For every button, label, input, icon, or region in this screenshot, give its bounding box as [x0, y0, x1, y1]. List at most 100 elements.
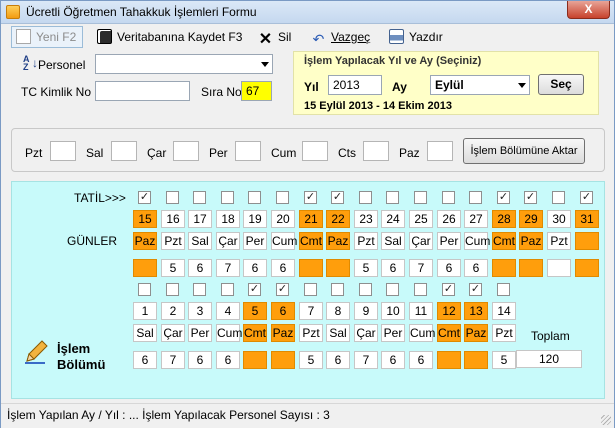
day-hours-input[interactable] [519, 259, 543, 277]
day-hours-input[interactable]: 7 [409, 259, 433, 277]
year-input[interactable] [328, 75, 382, 95]
tatil-checkbox[interactable] [331, 283, 344, 296]
day-hours-input[interactable] [547, 259, 571, 277]
tatil-checkbox[interactable] [138, 283, 151, 296]
tc-input[interactable] [95, 81, 190, 101]
toplam-value: 120 [516, 350, 582, 368]
day-name: Cum [464, 232, 491, 250]
new-button[interactable]: Yeni F2 [11, 26, 84, 48]
tatil-checkbox[interactable]: ✓ [469, 283, 482, 296]
day-hours-input[interactable]: 6 [464, 259, 488, 277]
day-hours-input[interactable]: 6 [381, 351, 405, 369]
day-hours-input[interactable] [575, 259, 599, 277]
tatil-checkbox[interactable]: ✓ [276, 283, 289, 296]
tatil-checkbox[interactable]: ✓ [138, 191, 151, 204]
tatil-checkbox[interactable] [414, 283, 427, 296]
day-number: 8 [326, 302, 350, 320]
weekday-hours-input[interactable] [302, 141, 328, 161]
day-hours-input[interactable]: 6 [243, 259, 267, 277]
day-hours-input[interactable]: 6 [409, 351, 433, 369]
tatil-checkbox[interactable] [442, 191, 455, 204]
tatil-checkbox[interactable] [221, 283, 234, 296]
weekday-hours-input[interactable] [427, 141, 453, 161]
day-hours-input[interactable]: 6 [188, 259, 212, 277]
weekday-hours-input[interactable] [111, 141, 137, 161]
tatil-checkbox[interactable] [193, 283, 206, 296]
day-hours-input[interactable]: 6 [271, 259, 295, 277]
cancel-button[interactable]: ↶ Vazgeç [311, 27, 371, 47]
day-hours-input[interactable]: 6 [216, 351, 240, 369]
day-name: Pzt [492, 324, 516, 342]
select-button[interactable]: Seç [538, 74, 584, 95]
toolbar: Yeni F2 Veritabanına Kaydet F3 ✕ Sil ↶ Vaz… [1, 24, 614, 50]
tatil-checkbox[interactable] [552, 191, 565, 204]
main-window: Ücretli Öğretmen Tahakkuk İşlemleri Form… [0, 0, 615, 428]
close-button[interactable]: X [567, 1, 610, 19]
tatil-checkbox[interactable]: ✓ [497, 191, 510, 204]
day-hours-input[interactable]: 6 [381, 259, 405, 277]
day-hours-input[interactable] [437, 351, 461, 369]
day-hours-input[interactable] [299, 259, 323, 277]
tatil-checkbox[interactable] [497, 283, 510, 296]
day-hours-input[interactable] [464, 351, 488, 369]
weekday-hours-input[interactable] [173, 141, 199, 161]
tatil-checkbox[interactable] [193, 191, 206, 204]
day-hours-input[interactable]: 7 [161, 351, 185, 369]
tatil-checkbox[interactable] [386, 191, 399, 204]
day-hours-input[interactable] [243, 351, 267, 369]
tatil-checkbox[interactable] [359, 283, 372, 296]
day-number: 14 [492, 302, 516, 320]
tatil-checkbox[interactable]: ✓ [304, 191, 317, 204]
tatil-checkbox[interactable] [276, 191, 289, 204]
delete-x-icon: ✕ [258, 31, 273, 48]
tatil-checkbox[interactable]: ✓ [248, 283, 261, 296]
day-hours-input[interactable]: 5 [354, 259, 378, 277]
day-hours-input[interactable]: 5 [161, 259, 185, 277]
tatil-checkbox[interactable] [359, 191, 372, 204]
transfer-button[interactable]: İşlem Bölümüne Aktar [463, 138, 585, 164]
day-hours-input[interactable] [133, 259, 157, 277]
weekday-hours-input[interactable] [235, 141, 261, 161]
tatil-checkbox[interactable]: ✓ [331, 191, 344, 204]
day-hours-input[interactable]: 6 [133, 351, 157, 369]
weekday-hours-input[interactable] [363, 141, 389, 161]
tatil-checkbox[interactable] [386, 283, 399, 296]
weekday-label: Cum [271, 146, 297, 160]
day-name: Per [188, 324, 212, 342]
day-hours-input[interactable]: 7 [216, 259, 240, 277]
day-name: Sal [326, 324, 350, 342]
tatil-checkbox[interactable] [248, 191, 261, 204]
resize-grip[interactable] [601, 415, 611, 425]
status-text: İşlem Yapılan Ay / Yıl : ... İşlem Yapıl… [7, 408, 330, 422]
tatil-checkbox[interactable]: ✓ [524, 191, 537, 204]
day-hours-input[interactable]: 6 [437, 259, 461, 277]
day-number: 12 [437, 302, 461, 320]
save-button[interactable]: Veritabanına Kaydet F3 [97, 27, 242, 47]
delete-button[interactable]: ✕ Sil [258, 27, 292, 48]
tatil-checkbox[interactable]: ✓ [442, 283, 455, 296]
day-hours-input[interactable]: 7 [354, 351, 378, 369]
day-hours-input[interactable]: 6 [326, 351, 350, 369]
month-select[interactable]: Eylül [430, 75, 530, 95]
day-hours-input[interactable] [326, 259, 350, 277]
day-number: 16 [161, 210, 185, 228]
tatil-checkbox[interactable] [166, 283, 179, 296]
tatil-checkbox[interactable] [414, 191, 427, 204]
day-name: Çar [354, 324, 378, 342]
day-hours-input[interactable]: 5 [299, 351, 323, 369]
day-hours-input[interactable]: 5 [492, 351, 516, 369]
tatil-checkbox[interactable] [469, 191, 482, 204]
tatil-checkbox[interactable]: ✓ [580, 191, 593, 204]
personel-select[interactable] [95, 54, 273, 74]
day-number: 6 [271, 302, 295, 320]
day-hours-input[interactable]: 6 [188, 351, 212, 369]
print-button[interactable]: Yazdır [389, 27, 443, 47]
weekday-hours-input[interactable] [50, 141, 76, 161]
sira-value[interactable]: 67 [241, 81, 272, 101]
day-hours-input[interactable] [271, 351, 295, 369]
save-disk-icon [97, 29, 112, 44]
tatil-checkbox[interactable] [304, 283, 317, 296]
tatil-checkbox[interactable] [166, 191, 179, 204]
tatil-checkbox[interactable] [221, 191, 234, 204]
day-hours-input[interactable] [492, 259, 516, 277]
